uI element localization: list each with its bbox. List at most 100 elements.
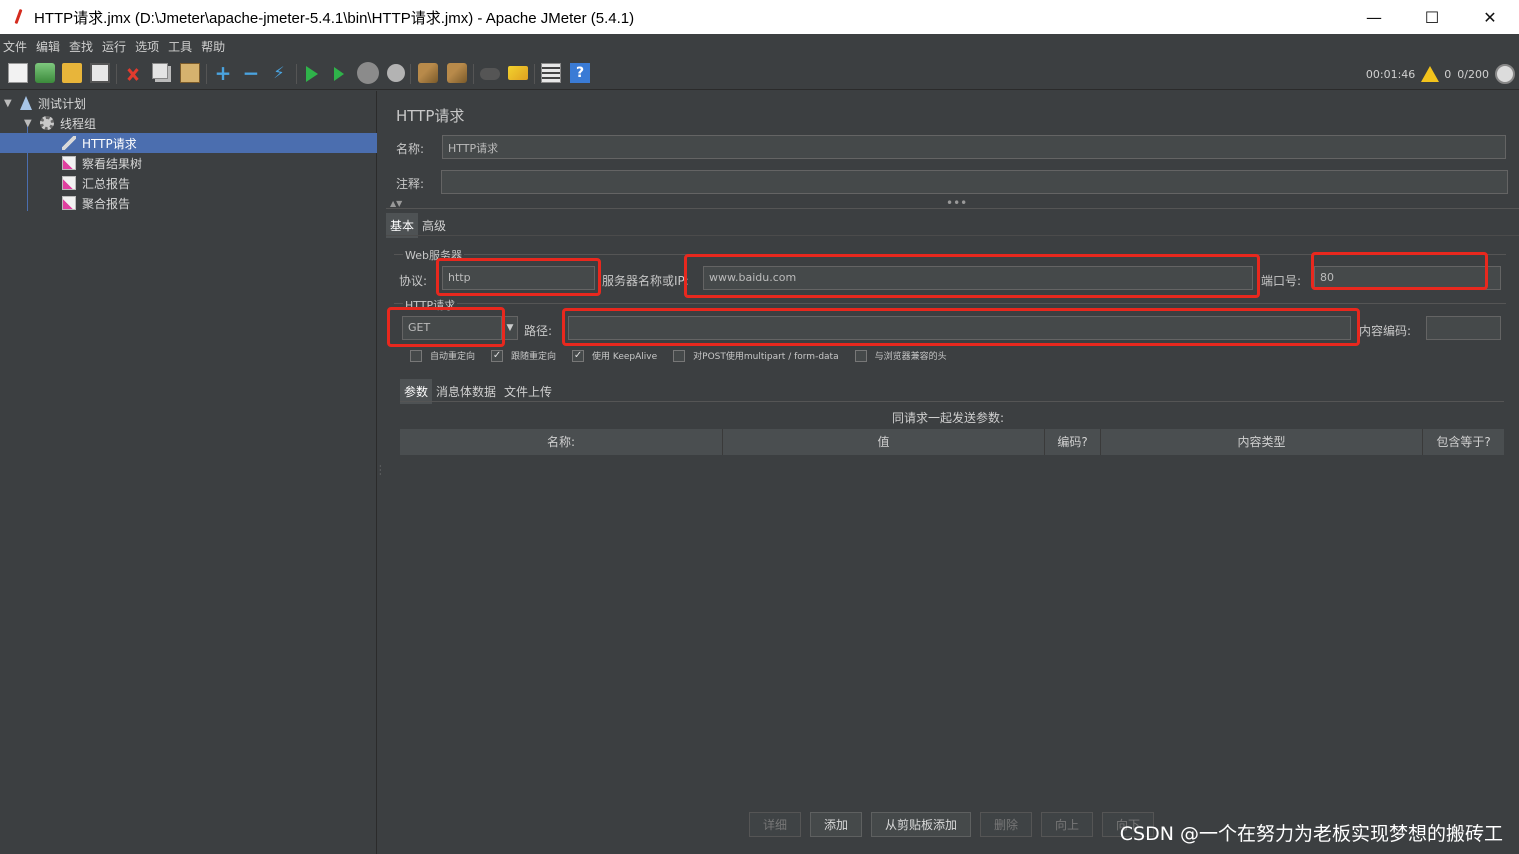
http-request-panel: HTTP请求 名称: HTTP请求 注释: ▲▼ ••• 基本 高级 Web服务… [386, 91, 1519, 854]
templates-icon[interactable] [35, 63, 55, 83]
menu-search[interactable]: 查找 [69, 38, 93, 55]
thread-count: 0/200 [1457, 67, 1489, 81]
start-no-pause-icon[interactable] [334, 67, 344, 81]
sampler-icon [62, 136, 76, 150]
copy-icon[interactable] [152, 63, 168, 79]
function-helper-icon[interactable] [541, 63, 561, 83]
graph-icon [62, 156, 76, 170]
tree-item-thread-group[interactable]: ▼ 线程组 [24, 113, 96, 133]
comment-input[interactable] [441, 170, 1508, 194]
panel-title: HTTP请求 [396, 107, 465, 125]
column-include-equals[interactable]: 包含等于? [1423, 429, 1504, 455]
status-area: 00:01:46 0 0/200 [1366, 58, 1519, 90]
highlight-method [387, 307, 505, 347]
auto-redirect-label: 自动重定向 [430, 352, 476, 362]
reset-search-icon[interactable] [508, 66, 528, 80]
move-up-button[interactable]: 向上 [1041, 812, 1093, 837]
tree-item-http-request[interactable]: HTTP请求 [0, 133, 377, 153]
minimize-button[interactable]: — [1345, 0, 1403, 34]
tab-content-border [386, 235, 1519, 236]
title-bar: HTTP请求.jmx (D:\Jmeter\apache-jmeter-5.4.… [0, 0, 1519, 34]
cut-icon[interactable] [123, 63, 143, 83]
search-icon[interactable] [480, 68, 500, 80]
tree-item-label: 察看结果树 [82, 156, 143, 171]
flask-icon [20, 96, 32, 110]
follow-redirect-label: 跟随重定向 [511, 352, 557, 362]
pane-splitter-handle[interactable]: · · · [379, 463, 382, 479]
paste-icon[interactable] [180, 63, 200, 83]
toolbar: + − ⚡ ? [0, 58, 1519, 90]
toolbar-separator [116, 64, 117, 84]
window-controls: — ☐ ✕ [1345, 0, 1519, 34]
tree-item-view-results-tree[interactable]: 察看结果树 [62, 153, 142, 173]
new-icon[interactable] [8, 63, 28, 83]
warning-icon[interactable] [1421, 66, 1440, 82]
start-icon[interactable] [306, 66, 318, 82]
warning-count: 0 [1444, 67, 1452, 81]
collapse-arrows-icon[interactable]: ▲▼ [390, 199, 402, 208]
content-encoding-input[interactable] [1426, 316, 1501, 340]
shutdown-icon[interactable] [387, 64, 405, 82]
add-button[interactable]: 添加 [810, 812, 862, 837]
tree-item-label: HTTP请求 [82, 136, 137, 151]
server-label: 服务器名称或IP: [602, 274, 689, 288]
column-name[interactable]: 名称: [400, 429, 723, 455]
browser-headers-checkbox[interactable] [854, 349, 867, 362]
add-from-clipboard-button[interactable]: 从剪贴板添加 [871, 812, 971, 837]
save-icon[interactable] [90, 63, 110, 83]
gear-icon [40, 116, 54, 130]
collapse-icon[interactable]: − [241, 63, 261, 83]
column-value[interactable]: 值 [723, 429, 1045, 455]
help-icon[interactable]: ? [570, 63, 590, 83]
menu-bar: 文件 编辑 查找 运行 选项 工具 帮助 [0, 34, 1519, 58]
params-table-body[interactable] [400, 455, 1504, 795]
remote-status-icon [1495, 64, 1515, 84]
request-options: 自动重定向 ✓ 跟随重定向 ✓ 使用 KeepAlive 对POST使用mult… [410, 349, 963, 362]
close-button[interactable]: ✕ [1461, 0, 1519, 34]
sub-tab-border [400, 401, 1504, 402]
keepalive-checkbox[interactable]: ✓ [572, 349, 585, 362]
open-icon[interactable] [62, 63, 82, 83]
multipart-checkbox[interactable] [673, 349, 686, 362]
menu-edit[interactable]: 编辑 [36, 38, 60, 55]
menu-help[interactable]: 帮助 [201, 38, 225, 55]
watermark: CSDN @一个在努力为老板实现梦想的搬砖工 [1119, 823, 1503, 845]
http-request-group-border [394, 303, 1506, 304]
toolbar-separator [410, 64, 411, 84]
chevron-down-icon[interactable]: ▼ [24, 118, 34, 129]
toolbar-separator [296, 64, 297, 84]
toggle-icon[interactable]: ⚡ [269, 63, 289, 83]
stop-icon[interactable] [357, 62, 379, 84]
graph-icon [62, 196, 76, 210]
content-encoding-label: 内容编码: [1359, 324, 1412, 338]
chevron-down-icon[interactable]: ▼ [4, 98, 14, 109]
highlight-server [684, 254, 1260, 298]
section-divider[interactable]: ▲▼ ••• [386, 196, 1519, 210]
tree-item-test-plan[interactable]: ▼ 测试计划 [4, 93, 86, 113]
column-encode[interactable]: 编码? [1045, 429, 1101, 455]
tree-item-label: 线程组 [60, 116, 97, 131]
delete-button[interactable]: 删除 [980, 812, 1032, 837]
column-content-type[interactable]: 内容类型 [1101, 429, 1423, 455]
jmeter-feather-icon [12, 9, 26, 25]
toolbar-separator [534, 64, 535, 84]
menu-run[interactable]: 运行 [102, 38, 126, 55]
tree-item-summary-report[interactable]: 汇总报告 [62, 173, 130, 193]
clear-icon[interactable] [418, 63, 438, 83]
expand-icon[interactable]: + [213, 63, 233, 83]
follow-redirect-checkbox[interactable]: ✓ [491, 349, 504, 362]
name-input[interactable]: HTTP请求 [442, 135, 1506, 159]
menu-file[interactable]: 文件 [3, 38, 27, 55]
maximize-button[interactable]: ☐ [1403, 0, 1461, 34]
menu-options[interactable]: 选项 [135, 38, 159, 55]
menu-tools[interactable]: 工具 [168, 38, 192, 55]
detail-button[interactable]: 详细 [749, 812, 801, 837]
path-label: 路径: [524, 324, 553, 338]
clear-all-icon[interactable] [447, 63, 467, 83]
multipart-label: 对POST使用multipart / form-data [693, 352, 839, 362]
auto-redirect-checkbox[interactable] [410, 349, 422, 362]
toolbar-separator [473, 64, 474, 84]
tree-item-aggregate-report[interactable]: 聚合报告 [62, 193, 130, 213]
comment-label: 注释: [396, 177, 425, 191]
highlight-path [562, 308, 1360, 346]
